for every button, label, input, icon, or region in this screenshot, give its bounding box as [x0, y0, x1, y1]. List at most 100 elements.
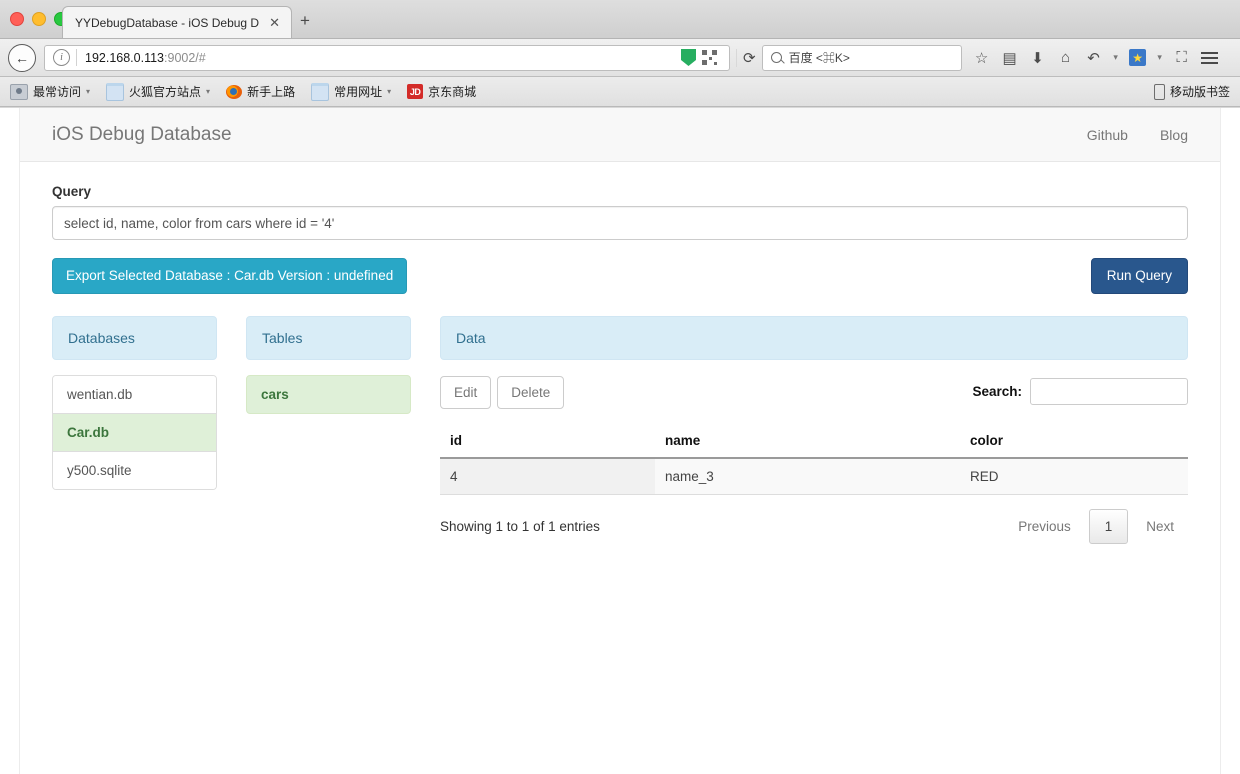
jd-icon: JD	[407, 84, 424, 99]
history-back-arrow-icon[interactable]: ↶	[1082, 45, 1106, 71]
list-item-database-car[interactable]: Car.db	[53, 414, 216, 453]
url-divider	[76, 49, 77, 66]
folder-icon	[311, 82, 330, 101]
data-toolbar: Edit Delete Search:	[440, 376, 1188, 410]
new-tab-button[interactable]: +	[300, 12, 310, 29]
databases-panel: Databases wentian.db Car.db y500.sqlite	[52, 316, 217, 544]
close-window-icon[interactable]	[10, 12, 24, 26]
entries-info: Showing 1 to 1 of 1 entries	[440, 519, 600, 535]
pagination: Previous 1 Next	[1004, 509, 1188, 545]
app-container: iOS Debug Database Github Blog Query Exp…	[20, 108, 1220, 774]
firefox-icon	[226, 84, 243, 99]
bookmark-item-common-sites[interactable]: 常用网址 ▾	[311, 82, 391, 101]
app-nav-links: Github Blog	[1087, 127, 1188, 143]
app-content: Query Export Selected Database : Car.db …	[20, 162, 1220, 545]
favorites-star-glyph: ★	[1129, 49, 1147, 66]
camera-icon	[10, 83, 28, 100]
bookmark-item-getting-started[interactable]: 新手上路	[226, 83, 295, 100]
bookmark-label: 火狐官方站点	[129, 85, 202, 99]
search-input[interactable]	[1030, 378, 1188, 406]
tables-panel: Tables cars	[246, 316, 411, 544]
qr-code-icon[interactable]	[702, 50, 717, 65]
page-title: iOS Debug Database	[52, 123, 232, 145]
cell-color: RED	[960, 458, 1188, 496]
chevron-down-icon[interactable]: ▾	[206, 87, 210, 96]
data-panel-header: Data	[440, 316, 1188, 361]
close-tab-icon[interactable]: ✕	[266, 16, 283, 29]
column-header-id[interactable]: id	[440, 425, 655, 460]
bookmarks-bar: 最常访问 ▾ 火狐官方站点 ▾ 新手上路 常用网址 ▾ JD 京东商城 移动版书…	[0, 77, 1240, 107]
list-item-database-wentian[interactable]: wentian.db	[53, 376, 216, 415]
reader-list-icon[interactable]: ▤	[998, 45, 1022, 71]
table-row[interactable]: 4 name_3 RED	[440, 458, 1188, 496]
panels-row: Databases wentian.db Car.db y500.sqlite …	[52, 316, 1188, 545]
folder-icon	[106, 82, 125, 101]
bookmark-item-firefox-official[interactable]: 火狐官方站点 ▾	[106, 82, 210, 101]
home-icon[interactable]: ⌂	[1054, 45, 1078, 71]
nav-link-blog[interactable]: Blog	[1160, 127, 1188, 143]
search-placeholder: 百度 <⌘K>	[788, 51, 850, 65]
bookmark-item-most-visited[interactable]: 最常访问 ▾	[10, 83, 90, 100]
tab-title: YYDebugDatabase - iOS Debug D	[75, 15, 260, 30]
url-text: 192.168.0.113:9002/#	[85, 51, 206, 65]
query-input[interactable]	[52, 206, 1188, 240]
bookmark-label: 新手上路	[247, 85, 296, 99]
query-actions: Export Selected Database : Car.db Versio…	[52, 258, 1188, 295]
tab-strip: YYDebugDatabase - iOS Debug D ✕ +	[0, 0, 1240, 39]
bookmark-label: 最常访问	[33, 85, 82, 99]
table-header-row: id name color	[440, 425, 1188, 460]
security-shield-icon[interactable]	[681, 49, 696, 66]
bookmark-label: 移动版书签	[1169, 85, 1230, 99]
export-database-button[interactable]: Export Selected Database : Car.db Versio…	[52, 258, 408, 295]
bookmark-label: 京东商城	[428, 85, 477, 99]
address-bar[interactable]: i 192.168.0.113:9002/#	[44, 44, 730, 71]
chevron-down-icon-2[interactable]: ▾	[1154, 45, 1166, 71]
url-port-path: :9002/#	[164, 50, 206, 65]
page-viewport: iOS Debug Database Github Blog Query Exp…	[0, 108, 1240, 774]
column-header-color[interactable]: color	[960, 425, 1188, 460]
list-item-table-cars[interactable]: cars	[246, 375, 411, 415]
reload-icon[interactable]: ⟳	[736, 48, 762, 67]
minimize-window-icon[interactable]	[32, 12, 46, 26]
cell-id: 4	[440, 458, 655, 496]
nav-link-github[interactable]: Github	[1087, 127, 1128, 143]
pagination-previous[interactable]: Previous	[1004, 509, 1085, 544]
downloads-icon[interactable]: ⬇	[1026, 45, 1050, 71]
data-table: id name color 4 name_3 RED	[440, 425, 1188, 496]
databases-panel-header: Databases	[52, 316, 217, 361]
delete-button[interactable]: Delete	[497, 376, 565, 410]
browser-chrome: YYDebugDatabase - iOS Debug D ✕ + ← i 19…	[0, 0, 1240, 108]
run-query-button[interactable]: Run Query	[1090, 258, 1188, 295]
browser-toolbar-icons: ☆ ▤ ⬇ ⌂ ↶ ▾ ★ ▾ ⛶	[970, 45, 1222, 71]
cell-name: name_3	[655, 458, 960, 496]
edit-button[interactable]: Edit	[440, 376, 492, 410]
column-header-name[interactable]: name	[655, 425, 960, 460]
window-traffic-lights	[10, 12, 68, 26]
favorites-star-icon[interactable]: ★	[1126, 45, 1150, 71]
menu-hamburger-icon[interactable]	[1198, 45, 1222, 71]
chevron-down-icon[interactable]: ▾	[86, 87, 90, 96]
tables-panel-header: Tables	[246, 316, 411, 361]
list-item-database-y500[interactable]: y500.sqlite	[53, 452, 216, 490]
chevron-down-icon[interactable]: ▾	[1110, 45, 1122, 71]
bookmark-item-jd[interactable]: JD 京东商城	[407, 83, 476, 100]
bookmark-item-mobile[interactable]: 移动版书签	[1153, 83, 1230, 100]
url-host: 192.168.0.113	[85, 50, 165, 65]
table-search: Search:	[972, 376, 1188, 406]
bookmark-label: 常用网址	[334, 85, 383, 99]
search-label: Search:	[972, 384, 1022, 400]
databases-list: wentian.db Car.db y500.sqlite	[52, 375, 217, 491]
chevron-down-icon[interactable]: ▾	[387, 87, 391, 96]
data-table-body: 4 name_3 RED	[440, 458, 1188, 496]
data-table-head: id name color	[440, 425, 1188, 460]
browser-search-box[interactable]: 百度 <⌘K>	[761, 44, 962, 71]
pagination-next[interactable]: Next	[1132, 509, 1188, 544]
address-bar-icons	[681, 49, 725, 66]
screenshot-crop-icon[interactable]: ⛶	[1170, 45, 1194, 71]
browser-tab[interactable]: YYDebugDatabase - iOS Debug D ✕	[62, 6, 292, 38]
bookmark-star-icon[interactable]: ☆	[970, 45, 994, 71]
back-arrow-icon[interactable]: ←	[8, 43, 36, 72]
pagination-page-1[interactable]: 1	[1088, 509, 1129, 545]
page-info-icon[interactable]: i	[53, 49, 70, 66]
mobile-phone-icon	[1153, 83, 1165, 100]
